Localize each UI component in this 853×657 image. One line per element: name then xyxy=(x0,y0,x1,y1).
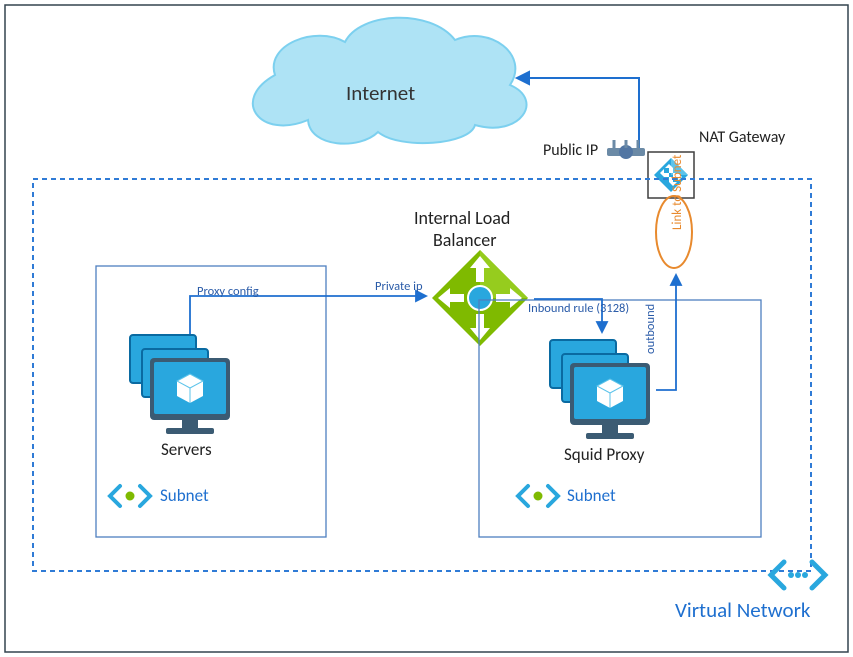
internal-lb-label-2: Balancer xyxy=(433,229,496,251)
public-ip-icon xyxy=(607,140,645,159)
subnet-label-left: Subnet xyxy=(160,485,209,506)
private-ip-label: Private ip xyxy=(375,279,423,294)
subnet-tag-icon-left xyxy=(110,486,150,506)
squid-proxy-label: Squid Proxy xyxy=(564,444,644,465)
inbound-rule-label: Inbound rule (3128) xyxy=(528,301,629,316)
squid-proxy-icon xyxy=(550,340,650,439)
diagram-svg xyxy=(0,0,853,657)
virtual-network-label: Virtual Network xyxy=(675,597,810,623)
public-ip-label: Public IP xyxy=(543,141,598,160)
arrow-outbound xyxy=(656,275,681,390)
nat-gateway-label: NAT Gateway xyxy=(699,128,785,147)
servers-label: Servers xyxy=(161,439,212,460)
subnet-label-right: Subnet xyxy=(567,485,616,506)
internet-label: Internet xyxy=(346,80,415,106)
subnet-tag-icon-right xyxy=(518,486,558,506)
servers-icon xyxy=(130,335,230,434)
proxy-config-label: Proxy config xyxy=(197,284,259,299)
load-balancer-icon xyxy=(432,250,528,346)
arrow-nat-to-internet xyxy=(517,72,639,151)
internal-lb-label-1: Internal Load xyxy=(414,207,510,229)
link-to-subnet-label: Link to Subnet xyxy=(670,155,685,230)
diagram-canvas: Internet Public IP NAT Gateway Link to S… xyxy=(0,0,853,657)
virtual-network-icon xyxy=(771,562,825,588)
outbound-label: outbound xyxy=(643,304,658,354)
